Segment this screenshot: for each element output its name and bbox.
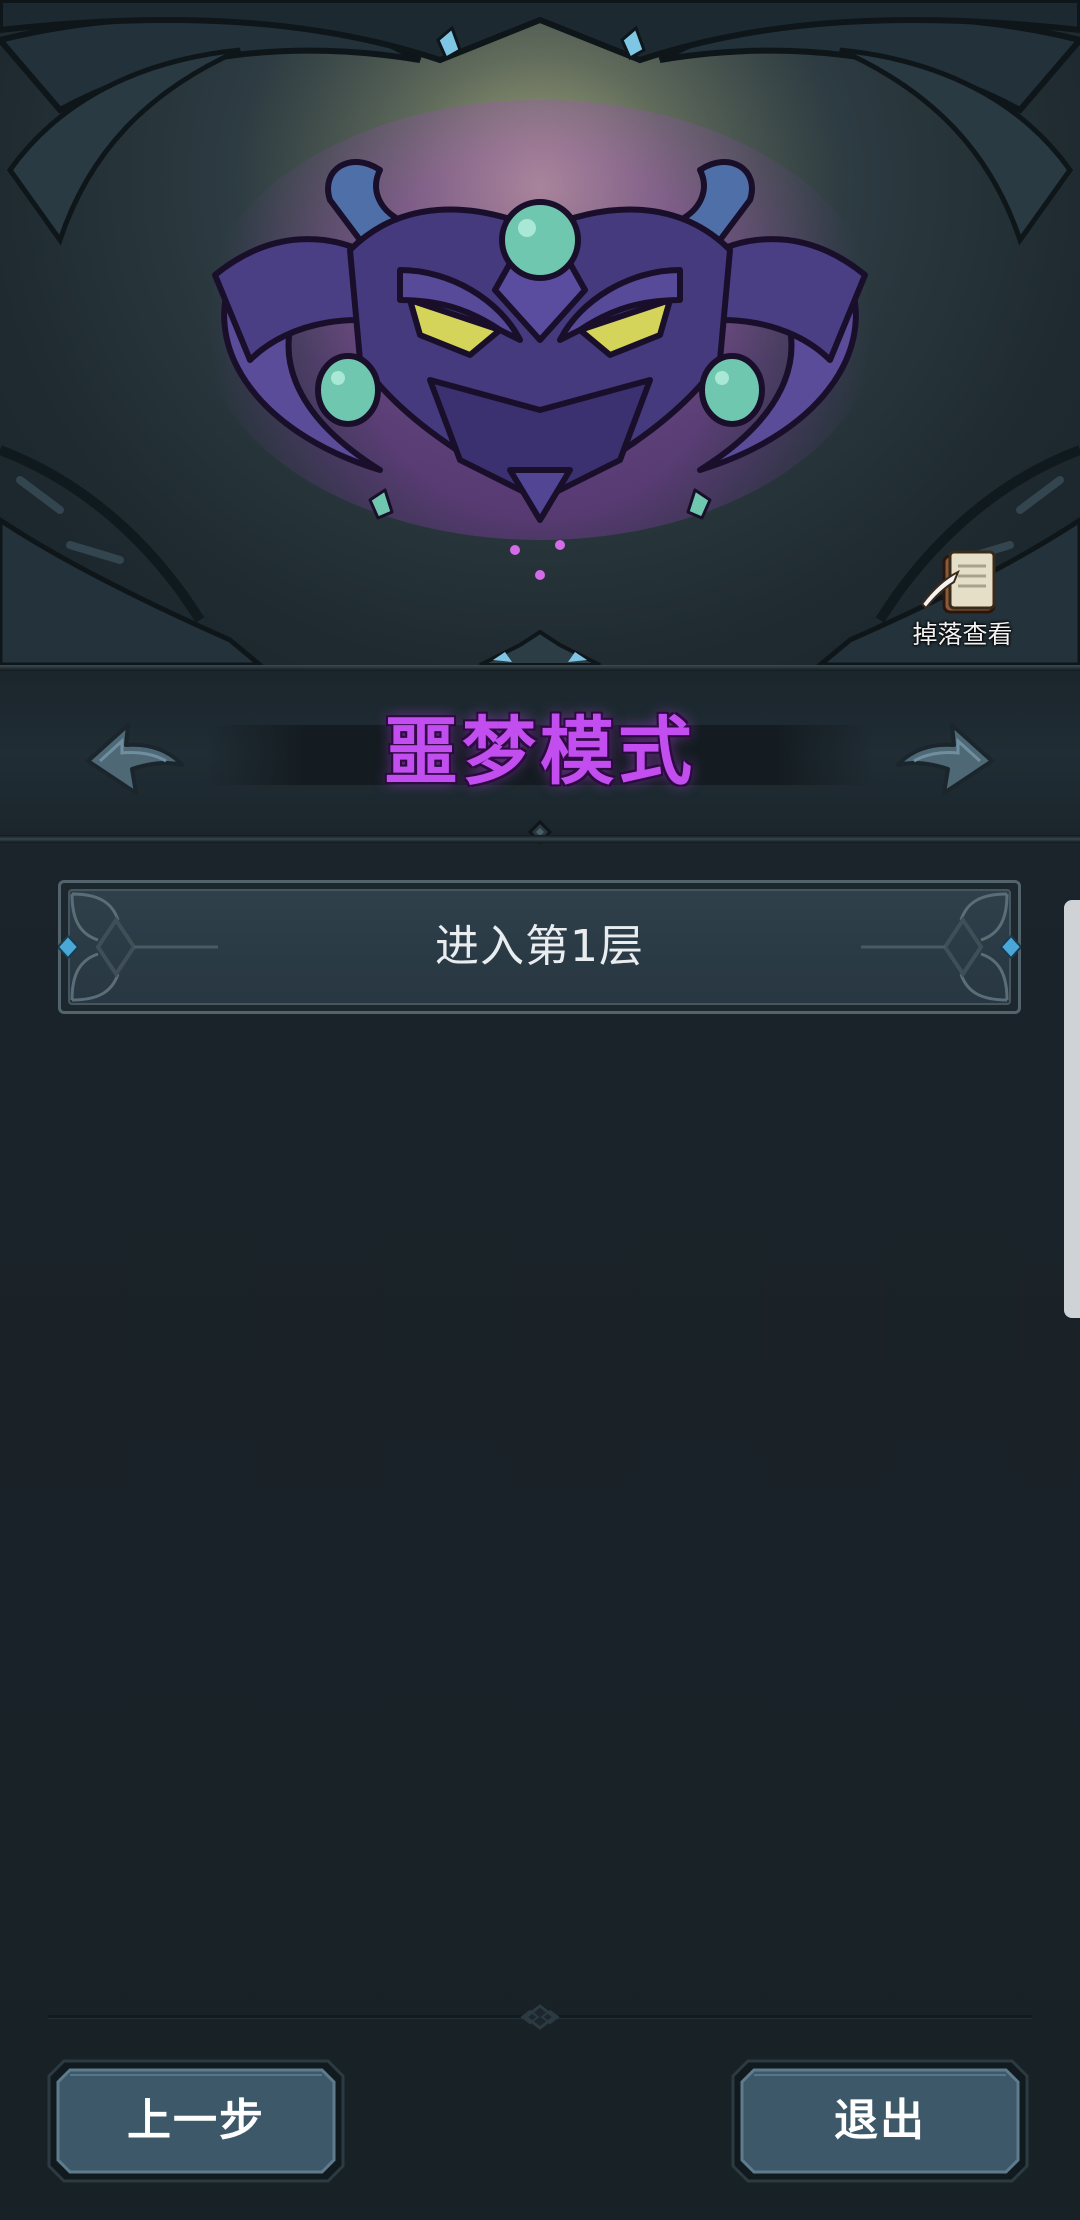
- floor-entry-button[interactable]: 进入第1层: [58, 880, 1021, 1014]
- drop-view-label: 掉落查看: [912, 620, 1013, 649]
- previous-step-label: 上一步: [127, 2095, 265, 2146]
- mode-selector: 噩梦模式: [0, 665, 1080, 844]
- mode-title: 噩梦模式: [384, 709, 696, 795]
- divider: [0, 835, 1080, 843]
- curved-arrow-right-icon: [896, 723, 994, 795]
- curved-arrow-left-icon: [86, 723, 184, 795]
- game-screen: 掉落查看 噩梦模式 进入第1层 上一步 退出: [0, 0, 1080, 2220]
- previous-step-button[interactable]: 上一步: [46, 2058, 346, 2184]
- boss-banner: 掉落查看: [0, 0, 1080, 665]
- scroll-icon: [920, 550, 996, 614]
- diamond-ornament-icon: [520, 2004, 560, 2030]
- drop-view-button[interactable]: 掉落查看: [900, 548, 1025, 653]
- divider: [0, 665, 1080, 671]
- exit-button[interactable]: 退出: [730, 2058, 1030, 2184]
- scrollbar[interactable]: [1064, 900, 1080, 1318]
- prev-mode-button[interactable]: [80, 713, 190, 803]
- floor-entry-label: 进入第1层: [435, 921, 644, 972]
- next-mode-button[interactable]: [890, 713, 1000, 803]
- exit-label: 退出: [834, 2095, 926, 2146]
